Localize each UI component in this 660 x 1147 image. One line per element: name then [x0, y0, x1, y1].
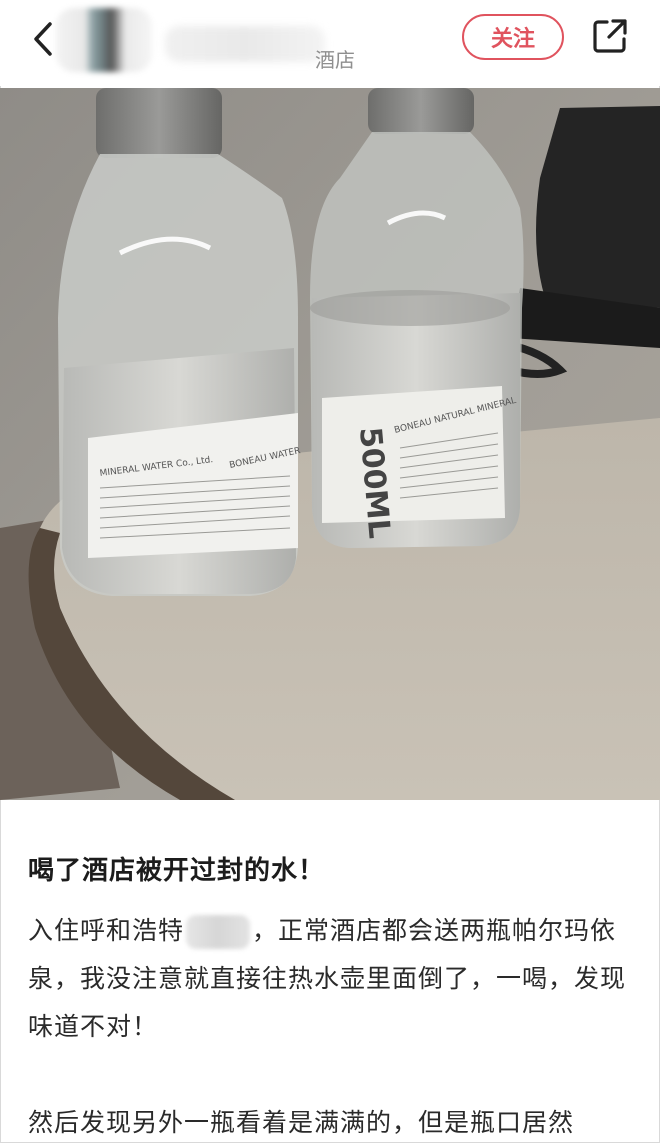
- location-blurred: [186, 915, 251, 949]
- post-content: 喝了酒店被开过封的水！ 入住呼和浩特 ，正常酒店都会送两瓶帕尔玛依泉，我没注意就直…: [28, 850, 638, 1147]
- hotel-water-bottles-image: MINERAL WATER Co., Ltd. BONEAU WATER 500…: [0, 88, 660, 800]
- post-paragraph-1: 入住呼和浩特 ，正常酒店都会送两瓶帕尔玛依泉，我没注意就直接往热水壶里面倒了，一喝…: [28, 907, 638, 1051]
- username-blurred[interactable]: [165, 26, 325, 62]
- avatar[interactable]: [56, 8, 152, 72]
- post-title: 喝了酒店被开过封的水！: [28, 856, 326, 886]
- follow-button[interactable]: 关注: [462, 14, 564, 60]
- share-external-icon[interactable]: [592, 18, 628, 54]
- top-bar: 酒店 关注: [0, 0, 660, 86]
- post-paragraph-1-start: 入住呼和浩特: [28, 916, 185, 945]
- post-photo[interactable]: MINERAL WATER Co., Ltd. BONEAU WATER 500…: [0, 88, 660, 800]
- post-paragraph-2: 然后发现另外一瓶看着是满满的，但是瓶口居然: [28, 1108, 575, 1137]
- username-suffix[interactable]: 酒店: [315, 44, 355, 73]
